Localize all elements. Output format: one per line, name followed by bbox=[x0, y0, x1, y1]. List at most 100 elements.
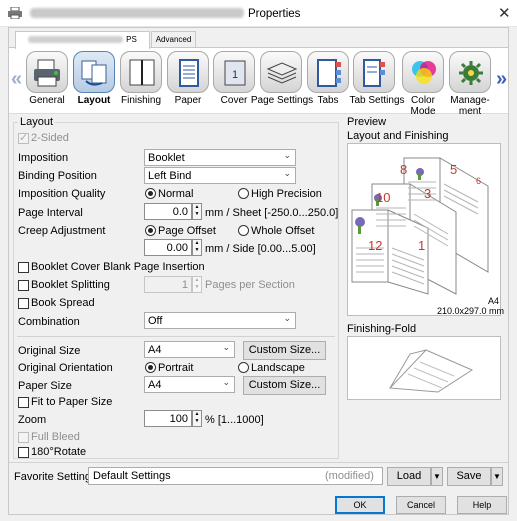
creep-page-offset-label: Page Offset bbox=[158, 225, 216, 237]
save-button[interactable]: Save bbox=[447, 467, 491, 486]
paper-size-select[interactable]: A4 ⌄ bbox=[144, 376, 235, 393]
nav-management-button[interactable] bbox=[449, 51, 491, 93]
preview-paper-dims: 210.0x297.0 mm bbox=[437, 306, 505, 316]
favorite-setting-field[interactable]: Default Settings (modified) bbox=[88, 467, 383, 485]
combination-label: Combination bbox=[18, 316, 80, 328]
imposition-quality-label: Imposition Quality bbox=[18, 188, 106, 200]
printer-app-icon bbox=[8, 7, 22, 19]
cover-icon: 1 bbox=[224, 60, 246, 86]
nav-paper-button[interactable] bbox=[167, 51, 209, 93]
orientation-portrait-radio[interactable] bbox=[145, 362, 156, 373]
creep-input[interactable]: 0.00 bbox=[144, 239, 192, 256]
zoom-value: 100 bbox=[169, 413, 188, 425]
fold-preview-illustration bbox=[388, 349, 474, 393]
booklet-splitting-value: 1 bbox=[181, 279, 188, 291]
zoom-spinner[interactable]: ▲ ▼ bbox=[192, 410, 202, 427]
nav-layout-button[interactable] bbox=[73, 51, 115, 93]
help-button[interactable]: Help bbox=[457, 496, 507, 514]
page-number-6: 6 bbox=[476, 176, 481, 186]
load-button[interactable]: Load bbox=[387, 467, 431, 486]
original-size-label: Original Size bbox=[18, 345, 81, 357]
nav-management-label[interactable]: Manage- ment bbox=[442, 95, 498, 117]
scroll-right-arrow[interactable]: » bbox=[496, 68, 507, 91]
paper-size-label: Paper Size bbox=[18, 380, 72, 392]
finishing-icon bbox=[129, 59, 155, 86]
creep-page-offset-radio[interactable] bbox=[145, 225, 156, 236]
page-settings-icon bbox=[266, 62, 298, 84]
color-mode-icon bbox=[412, 61, 436, 84]
printer-general-icon bbox=[34, 59, 60, 87]
booklet-splitting-input[interactable]: 1 bbox=[144, 276, 192, 293]
cover-blank-label: Booklet Cover Blank Page Insertion bbox=[31, 261, 205, 273]
layout-group-title: Layout bbox=[18, 116, 56, 128]
two-sided-checkbox[interactable] bbox=[18, 131, 29, 144]
book-spread-checkbox[interactable] bbox=[18, 298, 29, 309]
nav-page-settings-button[interactable] bbox=[260, 51, 302, 93]
combination-value: Off bbox=[148, 315, 163, 327]
fit-to-paper-checkbox[interactable] bbox=[18, 397, 29, 408]
favorite-setting-value: Default Settings bbox=[93, 470, 171, 482]
load-dropdown-button[interactable]: ▼ bbox=[431, 467, 443, 486]
nav-management-label-line1: Manage- bbox=[450, 95, 490, 106]
nav-finishing-button[interactable] bbox=[120, 51, 162, 93]
page-interval-label: Page Interval bbox=[18, 207, 83, 219]
two-sided-label: 2-Sided bbox=[31, 132, 69, 144]
nav-management-label-line2: ment bbox=[458, 106, 482, 117]
nav-tabs-button[interactable] bbox=[307, 51, 349, 93]
quality-normal-radio[interactable] bbox=[145, 188, 156, 199]
zoom-input[interactable]: 100 bbox=[144, 410, 192, 427]
finishing-fold-title: Finishing-Fold bbox=[347, 323, 417, 335]
imposition-label: Imposition bbox=[18, 152, 69, 164]
page-interval-spinner[interactable]: ▲ ▼ bbox=[192, 203, 202, 220]
booklet-splitting-checkbox[interactable] bbox=[18, 280, 29, 291]
nav-cover-button[interactable]: 1 bbox=[213, 51, 255, 93]
creep-value: 0.00 bbox=[166, 242, 188, 254]
binding-position-value: Left Bind bbox=[148, 170, 192, 182]
caret-down-icon: ▼ bbox=[493, 472, 501, 481]
creep-whole-offset-radio[interactable] bbox=[238, 225, 249, 236]
imposition-select[interactable]: Booklet ⌄ bbox=[144, 149, 296, 166]
rotate-180-checkbox[interactable] bbox=[18, 447, 29, 458]
page-interval-unit: mm / Sheet [-250.0...250.0] bbox=[205, 207, 339, 219]
page-number-10: 10 bbox=[376, 190, 390, 205]
booklet-preview-illustration: 8 5 6 10 3 12 1 bbox=[351, 157, 489, 295]
tabs-icon bbox=[317, 59, 341, 87]
ok-button[interactable]: OK bbox=[335, 496, 385, 514]
paper-size-value: A4 bbox=[148, 379, 162, 391]
original-size-select[interactable]: A4 ⌄ bbox=[144, 341, 235, 358]
paper-icon bbox=[179, 59, 199, 87]
cover-blank-checkbox[interactable] bbox=[18, 262, 29, 273]
nav-color-mode-button[interactable] bbox=[402, 51, 444, 93]
tab-ps-blurred-prefix bbox=[28, 36, 124, 44]
orientation-landscape-label: Landscape bbox=[251, 362, 305, 374]
quality-high-radio[interactable] bbox=[238, 188, 249, 199]
svg-text:1: 1 bbox=[232, 69, 238, 81]
booklet-splitting-spinner[interactable]: ▲ ▼ bbox=[192, 276, 202, 293]
tab-ps[interactable]: PS bbox=[15, 31, 150, 49]
zoom-label: Zoom bbox=[18, 414, 47, 426]
favorite-modified-text: (modified) bbox=[325, 470, 374, 482]
creep-spinner[interactable]: ▲ ▼ bbox=[192, 239, 202, 256]
orientation-landscape-radio[interactable] bbox=[238, 362, 249, 373]
original-custom-size-button[interactable]: Custom Size... bbox=[243, 341, 326, 360]
binding-position-select[interactable]: Left Bind ⌄ bbox=[144, 167, 296, 184]
caret-down-icon: ▼ bbox=[433, 472, 441, 481]
page-interval-input[interactable]: 0.0 bbox=[144, 203, 192, 220]
nav-tab-settings-button[interactable] bbox=[353, 51, 395, 93]
quality-high-label: High Precision bbox=[251, 188, 322, 200]
close-icon[interactable]: ✕ bbox=[498, 4, 511, 22]
save-dropdown-button[interactable]: ▼ bbox=[491, 467, 503, 486]
scroll-left-arrow[interactable]: « bbox=[11, 68, 22, 91]
combination-select[interactable]: Off ⌄ bbox=[144, 312, 296, 329]
full-bleed-checkbox[interactable] bbox=[18, 432, 29, 443]
quality-normal-label: Normal bbox=[158, 188, 194, 200]
footer-divider bbox=[9, 462, 508, 463]
orientation-portrait-label: Portrait bbox=[158, 362, 194, 374]
nav-general-button[interactable] bbox=[26, 51, 68, 93]
page-number-3: 3 bbox=[424, 186, 431, 201]
paper-custom-size-button[interactable]: Custom Size... bbox=[243, 376, 326, 395]
zoom-unit: % [1...1000] bbox=[205, 414, 264, 426]
cancel-button[interactable]: Cancel bbox=[396, 496, 446, 514]
page-number-12: 12 bbox=[368, 238, 382, 253]
favorite-setting-label: Favorite Setting bbox=[14, 471, 92, 483]
